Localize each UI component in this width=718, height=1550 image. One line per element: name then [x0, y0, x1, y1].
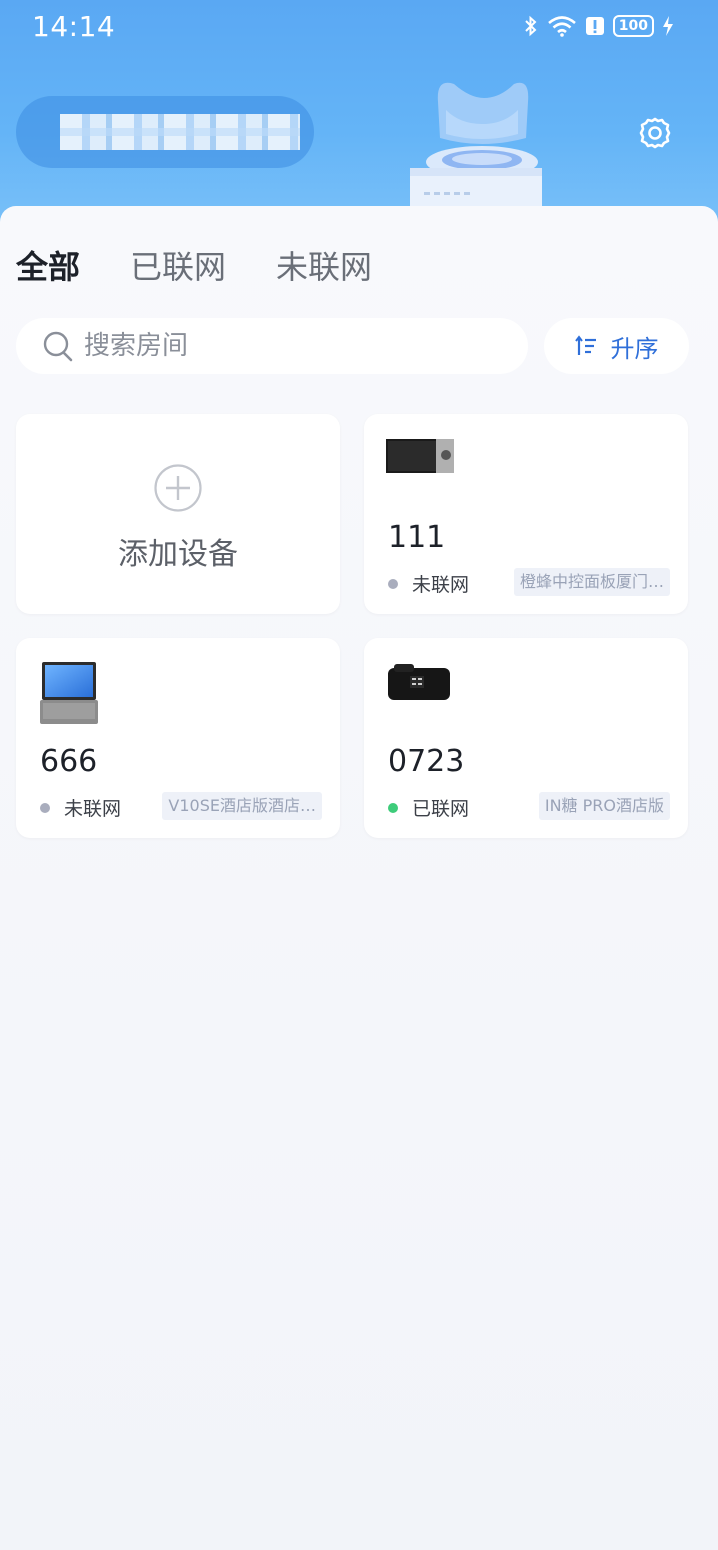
device-model-tag: IN糖 PRO酒店版 [538, 792, 670, 820]
search-input[interactable] [84, 331, 484, 361]
tab-online[interactable]: 已联网 [130, 242, 226, 288]
header-hero: 14:14 100 [0, 0, 718, 240]
control-panel-device-icon [386, 439, 454, 473]
status-time: 14:14 [32, 10, 116, 43]
add-device-label: 添加设备 [118, 537, 238, 572]
search-bar[interactable] [16, 318, 528, 374]
device-model-tag: V10SE酒店版酒店… [162, 792, 322, 820]
sort-button[interactable]: 升序 [544, 318, 689, 374]
device-card[interactable]: 666 未联网 V10SE酒店版酒店… [16, 638, 340, 838]
battery-indicator: 100 [612, 15, 654, 37]
alert-icon [585, 17, 604, 35]
speaker-device-icon [388, 664, 450, 700]
status-bar: 14:14 100 [0, 0, 718, 56]
sort-ascending-icon [574, 335, 596, 355]
device-panel: 全部 已联网 未联网 升序 添加设备 [0, 206, 718, 1550]
sort-label: 升序 [610, 334, 659, 363]
bluetooth-icon [525, 15, 537, 37]
tablet-keyboard-device-icon [40, 662, 98, 724]
status-text: 已联网 [412, 798, 470, 820]
device-name: 0723 [388, 744, 465, 779]
account-name-pill[interactable] [16, 96, 314, 168]
filter-tabs: 全部 已联网 未联网 [16, 242, 372, 292]
device-card[interactable]: 0723 已联网 IN糖 PRO酒店版 [364, 638, 688, 838]
search-icon [43, 331, 73, 362]
settings-gear-icon[interactable] [638, 116, 672, 150]
device-model-tag: 橙蜂中控面板厦门… [513, 568, 670, 596]
add-device-card[interactable]: 添加设备 [16, 414, 340, 614]
device-status: 已联网 [388, 794, 469, 821]
status-icons: 100 [523, 14, 674, 38]
device-name: 666 [40, 744, 98, 779]
status-text: 未联网 [64, 798, 122, 820]
device-status: 未联网 [40, 794, 121, 821]
plus-circle-icon [154, 464, 202, 512]
device-card[interactable]: 111 未联网 橙蜂中控面板厦门… [364, 414, 688, 614]
tab-offline[interactable]: 未联网 [276, 242, 372, 288]
status-dot [388, 802, 398, 813]
charging-icon [663, 16, 673, 36]
status-dot [40, 802, 50, 813]
status-dot [388, 578, 398, 589]
blurred-account-name [60, 114, 300, 150]
wifi-icon [547, 16, 576, 37]
status-text: 未联网 [412, 574, 470, 596]
tab-all[interactable]: 全部 [16, 242, 80, 292]
device-name: 111 [388, 520, 446, 555]
device-status: 未联网 [388, 570, 469, 597]
